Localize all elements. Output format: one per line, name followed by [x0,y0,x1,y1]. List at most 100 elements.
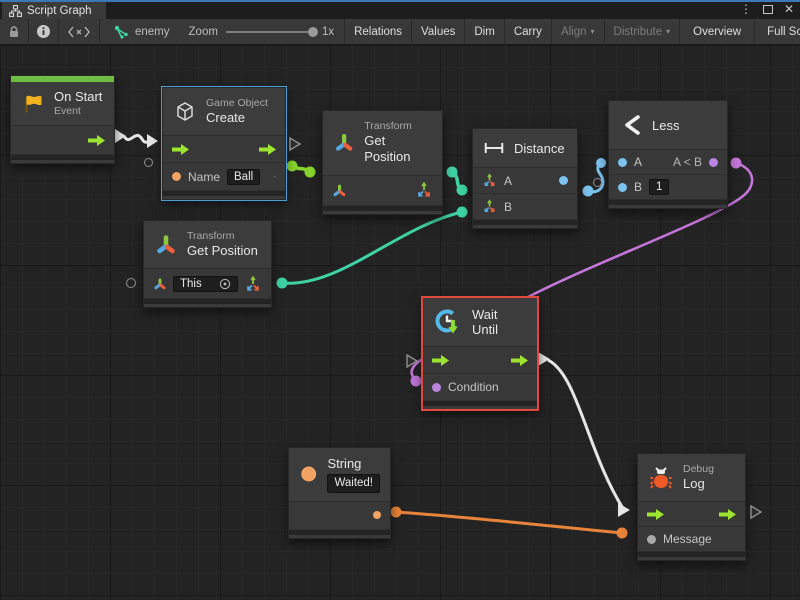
flow-input-port[interactable] [647,509,664,520]
target-value: This [180,278,202,290]
zoom-slider[interactable] [226,31,314,33]
node-footer [163,191,285,199]
unconnected-value-indicator[interactable] [144,158,153,167]
less-than-icon [621,113,643,137]
flow-output-port[interactable] [719,509,736,520]
flow-output-port[interactable] [259,144,276,155]
tab-title: Script Graph [27,5,92,17]
node-wait-until-highlighted[interactable]: Wait Until Condition [421,296,539,411]
zoom-control: Zoom 1x [179,19,346,44]
string-value-field[interactable]: Waited! [327,474,380,492]
node-footer [423,401,537,409]
less-output-port[interactable] [709,158,718,167]
message-label: Message [663,532,712,546]
flow-output-port[interactable] [511,355,528,366]
flow-input-port[interactable] [432,355,449,366]
name-input-port[interactable] [172,172,181,181]
transform-input-port[interactable] [332,183,347,198]
vector3-output-port[interactable] [244,275,262,293]
name-field[interactable]: Ball [227,169,260,185]
graph-name: enemy [135,26,170,38]
vector3-input-b-port[interactable] [482,199,497,214]
window-menu-icon[interactable]: ⋮ [740,1,752,18]
transform-input-port[interactable] [153,277,167,291]
graph-asset-icon [114,25,129,39]
distance-icon [483,140,505,156]
target-field[interactable]: This [173,276,238,292]
node-footer [609,200,727,208]
vector3-input-a-port[interactable] [482,173,497,188]
node-title: Distance [514,141,565,156]
dim-toggle[interactable]: Dim [465,19,504,44]
relations-toggle[interactable]: Relations [345,19,412,44]
window-close-icon[interactable]: ✕ [784,1,794,18]
node-footer [473,220,577,228]
fullscreen-button[interactable]: Full Screen [755,19,800,44]
flag-icon [21,92,45,116]
window-controls: ⋮ ✕ [740,1,794,18]
gameobject-cube-icon [173,100,197,124]
inspect-button[interactable] [29,19,59,44]
string-output-port[interactable] [373,511,381,519]
unconnected-value-indicator[interactable] [126,278,136,288]
lock-button[interactable] [0,19,29,44]
input-a-label: A [504,174,512,188]
unconnected-value-indicator[interactable] [593,178,602,187]
lock-icon [7,25,21,39]
node-category: Transform [187,230,258,243]
object-picker-icon[interactable] [219,278,231,290]
zoom-value: 1x [322,26,334,38]
gameobject-output-port[interactable] [274,169,276,184]
node-title: Get Position [364,133,430,166]
chevron-down-icon: ▾ [666,27,670,36]
input-a-label: A [634,155,642,169]
distance-output-port[interactable] [559,176,568,185]
edit-source-button[interactable] [59,19,100,44]
node-string-literal[interactable]: String Waited! [288,447,391,539]
window-accent-line [0,0,800,2]
node-footer [289,530,390,538]
node-debug-log[interactable]: Debug Log Message [637,453,746,561]
tab-script-graph[interactable]: Script Graph [2,2,106,19]
transform-icon [154,233,178,257]
unconnected-flow-indicator[interactable] [750,505,762,519]
node-create-gameobject[interactable]: Game Object Create Name Ball [162,87,286,200]
overview-button[interactable]: Overview [680,19,755,44]
less-b-input-port[interactable] [618,183,627,192]
node-get-position-top[interactable]: Transform Get Position [322,110,443,215]
node-category: Debug [683,463,714,476]
node-title: Log [683,476,714,492]
node-get-position-bottom[interactable]: Transform Get Position This [143,220,272,308]
vector3-output-port[interactable] [415,181,433,199]
window-maximize-icon[interactable] [763,5,773,14]
node-title: Get Position [187,243,258,259]
node-subtitle: Event [54,105,102,118]
graph-breadcrumb[interactable]: enemy [100,19,179,44]
distribute-dropdown: Distribute▾ [605,19,681,44]
node-title: Wait Until [472,307,527,337]
zoom-label: Zoom [189,26,218,38]
flow-input-port[interactable] [172,144,189,155]
node-distance[interactable]: Distance A B [472,128,578,229]
zoom-slider-handle[interactable] [308,27,318,37]
node-footer [638,552,745,560]
carry-toggle[interactable]: Carry [505,19,552,44]
flow-output-port[interactable] [88,135,105,146]
b-value-field[interactable]: 1 [649,179,669,195]
condition-input-port[interactable] [432,383,441,392]
node-title: Create [206,110,268,126]
node-footer [323,206,442,214]
less-a-input-port[interactable] [618,158,627,167]
align-dropdown: Align▾ [552,19,605,44]
values-toggle[interactable]: Values [412,19,465,44]
node-less[interactable]: Less A A < B B 1 [608,100,728,209]
graph-hierarchy-icon [9,5,22,17]
node-on-start[interactable]: On Start Event [10,75,115,164]
node-title: String [327,456,380,472]
node-footer [11,155,114,163]
unconnected-flow-indicator[interactable] [289,137,301,151]
message-input-port[interactable] [647,535,656,544]
string-icon [299,461,318,487]
unconnected-flow-indicator[interactable] [406,354,418,368]
input-b-label: B [634,180,642,194]
